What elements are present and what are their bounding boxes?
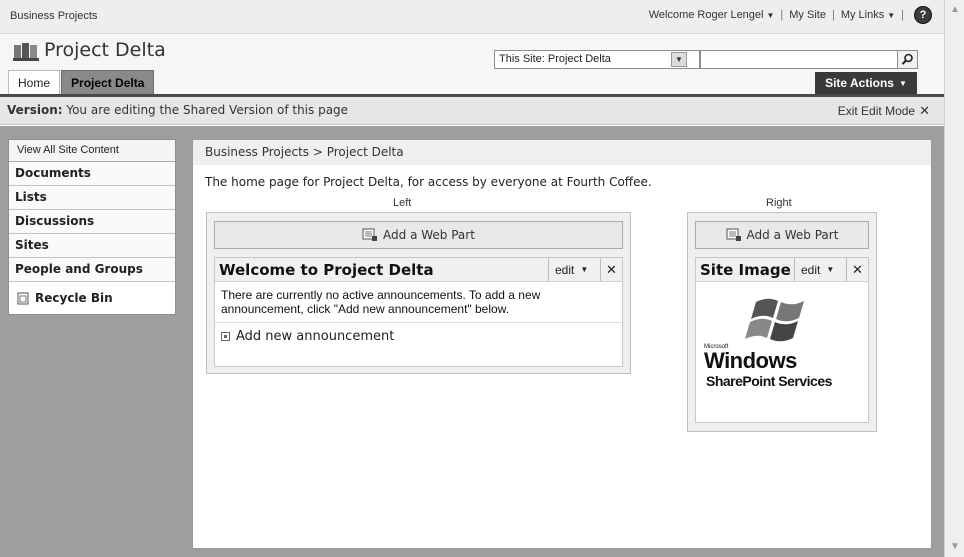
top-site-name-link[interactable]: Business Projects <box>10 10 97 22</box>
breadcrumb[interactable]: Business Projects > Project Delta <box>193 140 931 165</box>
web-part-title: Welcome to Project Delta <box>219 261 434 279</box>
logo-windows-text: Windows <box>704 348 797 373</box>
recycle-bin-link[interactable]: Recycle Bin <box>9 282 175 314</box>
scroll-down-icon[interactable]: ▼ <box>949 541 961 553</box>
web-part-zone-left: Add a Web Part Welcome to Project Delta … <box>206 212 631 374</box>
quick-launch-item-sites[interactable]: Sites <box>9 234 175 258</box>
quick-launch-item-documents[interactable]: Documents <box>9 162 175 186</box>
chevron-down-icon[interactable]: ▼ <box>671 52 687 67</box>
quick-launch-item-lists[interactable]: Lists <box>9 186 175 210</box>
add-new-announcement-label: Add new announcement <box>236 329 395 344</box>
windows-flag-icon <box>745 298 804 342</box>
site-title[interactable]: Project Delta <box>44 39 166 61</box>
chevron-down-icon: ▼ <box>826 265 835 274</box>
site-image-web-part: Site Image edit ▼ ✕ Microsoft Windows Sh… <box>695 257 869 423</box>
title-area: Project Delta This Site: Project Delta ▼… <box>0 34 944 97</box>
close-icon: ✕ <box>919 103 930 118</box>
scroll-up-icon[interactable]: ▲ <box>949 4 961 16</box>
version-message: Version: You are editing the Shared Vers… <box>7 103 348 117</box>
add-web-part-button-right[interactable]: Add a Web Part <box>695 221 869 249</box>
add-web-part-button-left[interactable]: Add a Web Part <box>214 221 623 249</box>
edit-mode-bar: Version: You are editing the Shared Vers… <box>0 97 944 125</box>
web-part-edit-menu[interactable]: edit ▼ <box>794 258 846 281</box>
zone-label-left: Left <box>393 197 412 209</box>
view-all-site-content-link[interactable]: View All Site Content <box>9 140 175 162</box>
exit-edit-mode-link[interactable]: Exit Edit Mode ✕ <box>838 103 930 119</box>
welcome-label: Welcome Roger Lengel <box>648 9 764 21</box>
quick-launch-item-discussions[interactable]: Discussions <box>9 210 175 234</box>
global-navigation-bar: Business Projects Welcome Roger Lengel ▼ … <box>0 0 944 34</box>
chevron-down-icon: ▼ <box>580 265 589 274</box>
help-icon[interactable]: ? <box>914 6 932 24</box>
top-nav-tabs: Home Project Delta <box>8 70 155 94</box>
main-content: Business Projects > Project Delta The ho… <box>192 139 932 549</box>
add-web-part-icon <box>362 228 378 241</box>
zone-label-right: Right <box>766 197 792 209</box>
quick-launch: View All Site Content Documents Lists Di… <box>8 139 176 315</box>
welcome-menu[interactable]: Welcome Roger Lengel ▼ <box>649 9 775 21</box>
site-logo-icon <box>13 43 39 61</box>
add-new-announcement-link[interactable]: Add new announcement <box>215 322 622 350</box>
close-icon[interactable]: ✕ <box>600 258 622 281</box>
logo-sharepoint-text: SharePoint Services <box>706 373 832 389</box>
vertical-scrollbar[interactable]: ▲ ▼ <box>944 0 964 557</box>
my-links-menu[interactable]: My Links ▼ <box>841 9 895 21</box>
site-actions-label: Site Actions <box>825 76 894 90</box>
separator: | <box>831 9 835 21</box>
site-actions-menu[interactable]: Site Actions ▼ <box>815 72 917 94</box>
web-part-edit-label: edit <box>555 262 575 277</box>
add-web-part-icon <box>726 228 741 241</box>
site-image: Microsoft Windows SharePoint Services <box>696 282 868 422</box>
chevron-down-icon: ▼ <box>766 11 775 20</box>
search-scope-select[interactable]: This Site: Project Delta ▼ <box>494 50 700 69</box>
add-web-part-label: Add a Web Part <box>383 228 475 242</box>
chevron-down-icon: ▼ <box>898 78 907 88</box>
announcements-empty-message: There are currently no active announceme… <box>221 288 541 316</box>
separator: | <box>901 9 904 21</box>
version-text: You are editing the Shared Version of th… <box>62 103 349 117</box>
tab-project-delta[interactable]: Project Delta <box>61 70 155 94</box>
recycle-bin-label: Recycle Bin <box>35 291 113 305</box>
version-label: Version: <box>7 103 63 117</box>
search-button[interactable] <box>898 50 918 69</box>
search-icon <box>901 53 913 65</box>
bullet-icon <box>221 332 230 341</box>
page-description: The home page for Project Delta, for acc… <box>205 175 652 189</box>
my-site-link[interactable]: My Site <box>789 9 826 21</box>
separator: | <box>780 9 784 21</box>
chevron-down-icon: ▼ <box>887 11 896 20</box>
quick-launch-item-people-and-groups[interactable]: People and Groups <box>9 258 175 282</box>
web-part-edit-menu[interactable]: edit ▼ <box>548 258 600 281</box>
tab-home[interactable]: Home <box>8 70 61 94</box>
web-part-edit-label: edit <box>801 262 821 277</box>
recycle-bin-icon <box>17 292 29 304</box>
top-right-links: Welcome Roger Lengel ▼ | My Site | My Lin… <box>649 6 932 24</box>
web-part-title: Site Image <box>700 261 791 279</box>
close-icon[interactable]: ✕ <box>846 258 868 281</box>
web-part-zone-right: Add a Web Part Site Image edit ▼ ✕ Micro… <box>687 212 877 432</box>
search-input[interactable] <box>700 50 898 69</box>
exit-edit-mode-label: Exit Edit Mode <box>837 104 916 118</box>
search-scope-value: This Site: Project Delta <box>499 53 611 65</box>
add-web-part-label: Add a Web Part <box>746 228 839 242</box>
web-part-header: Welcome to Project Delta edit ▼ ✕ <box>215 258 622 282</box>
announcements-web-part: Welcome to Project Delta edit ▼ ✕ There … <box>214 257 623 367</box>
web-part-header: Site Image edit ▼ ✕ <box>696 258 868 282</box>
my-links-label: My Links <box>840 9 885 21</box>
